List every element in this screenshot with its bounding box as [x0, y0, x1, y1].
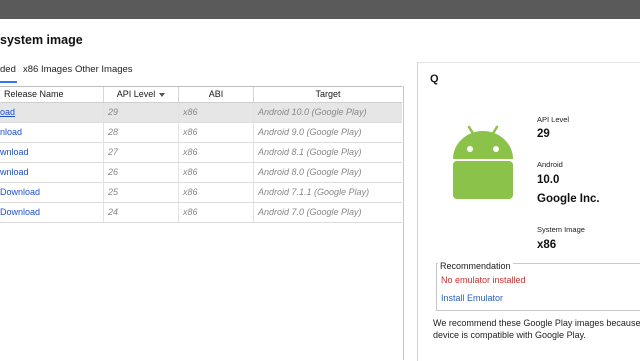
system-images-table: Release Name API Level ABI Target oad 29… — [0, 86, 402, 223]
download-link[interactable]: nload — [0, 127, 22, 137]
details-title: Q — [430, 73, 439, 85]
recommendation-warning: No emulator installed — [441, 275, 526, 285]
api-level-cell: 27 — [104, 143, 179, 162]
column-header-target[interactable]: Target — [254, 87, 402, 102]
table-row[interactable]: Download 25 x86 Android 7.1.1 (Google Pl… — [0, 183, 402, 203]
api-level-value: 29 — [537, 128, 550, 140]
table-row[interactable]: nload 28 x86 Android 9.0 (Google Play) — [0, 123, 402, 143]
target-cell: Android 9.0 (Google Play) — [258, 127, 362, 137]
api-level-cell: 28 — [104, 123, 179, 142]
sort-descending-icon — [159, 92, 166, 97]
recommendation-description: We recommend these Google Play images be… — [433, 318, 640, 340]
table-row[interactable]: wnload 26 x86 Android 8.0 (Google Play) — [0, 163, 402, 183]
column-header-release-name[interactable]: Release Name — [0, 87, 104, 102]
api-level-cell: 24 — [104, 203, 179, 222]
api-level-label: API Level — [537, 115, 570, 124]
column-header-abi[interactable]: ABI — [179, 87, 254, 102]
install-emulator-link[interactable]: Install Emulator — [441, 293, 503, 303]
api-level-cell: 25 — [104, 183, 179, 202]
api-level-cell: 29 — [104, 103, 179, 122]
tab-other-images[interactable]: Other Images — [75, 61, 133, 81]
table-header: Release Name API Level ABI Target — [0, 87, 402, 103]
vendor-value: Google Inc. — [537, 193, 600, 205]
target-cell: Android 10.0 (Google Play) — [258, 107, 367, 117]
download-link[interactable]: wnload — [0, 147, 29, 157]
target-cell: Android 7.0 (Google Play) — [258, 207, 362, 217]
abi-cell: x86 — [179, 123, 254, 142]
download-link[interactable]: Download — [0, 187, 40, 197]
download-link[interactable]: wnload — [0, 167, 29, 177]
page-title: system image — [0, 33, 83, 47]
android-version-value: 10.0 — [537, 174, 560, 186]
system-image-value: x86 — [537, 239, 557, 251]
recommendation-title: Recommendation — [438, 261, 513, 271]
api-level-cell: 26 — [104, 163, 179, 182]
column-header-api-level[interactable]: API Level — [104, 87, 179, 102]
target-cell: Android 8.0 (Google Play) — [258, 167, 362, 177]
abi-cell: x86 — [179, 103, 254, 122]
target-cell: Android 7.1.1 (Google Play) — [258, 187, 370, 197]
table-row[interactable]: oad 29 x86 Android 10.0 (Google Play) — [0, 103, 402, 123]
table-row[interactable]: Download 24 x86 Android 7.0 (Google Play… — [0, 203, 402, 223]
abi-cell: x86 — [179, 183, 254, 202]
image-details-panel: Q API Level 29 Android 10.0 Google Inc. … — [417, 62, 640, 361]
abi-cell: x86 — [179, 143, 254, 162]
system-image-label: System Image — [537, 225, 585, 234]
download-link[interactable]: Download — [0, 207, 40, 217]
android-robot-icon — [453, 125, 513, 199]
abi-cell: x86 — [179, 163, 254, 182]
window-title-bar — [0, 0, 640, 19]
images-table-panel: Release Name API Level ABI Target oad 29… — [0, 86, 404, 360]
download-link[interactable]: oad — [0, 107, 15, 117]
table-row[interactable]: wnload 27 x86 Android 8.1 (Google Play) — [0, 143, 402, 163]
tab-recommended[interactable]: ded — [0, 61, 17, 83]
abi-cell: x86 — [179, 203, 254, 222]
target-cell: Android 8.1 (Google Play) — [258, 147, 362, 157]
android-label: Android — [537, 160, 563, 169]
tab-x86-images[interactable]: x86 Images — [23, 61, 72, 81]
